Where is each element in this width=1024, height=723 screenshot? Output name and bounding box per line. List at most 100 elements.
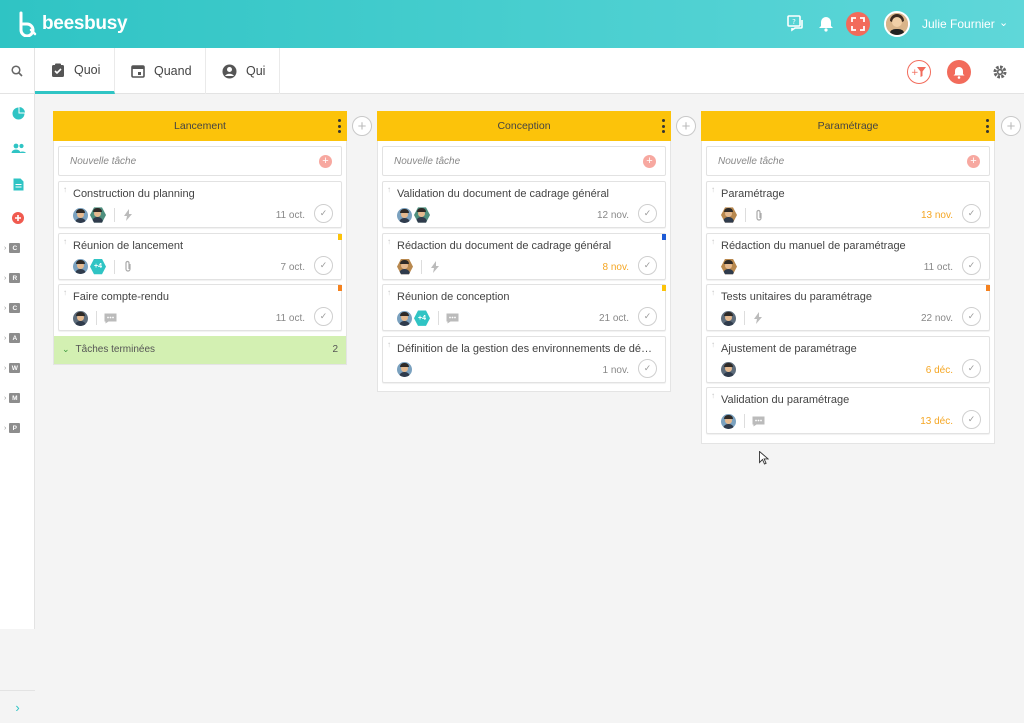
task-card[interactable]: ↑ Faire compte-rendu 11 oct. ✓ [58, 284, 342, 332]
add-task-icon[interactable]: + [319, 155, 332, 168]
column-menu-icon[interactable] [985, 119, 989, 133]
add-task-icon[interactable]: + [967, 155, 980, 168]
user-avatar[interactable] [884, 11, 910, 37]
due-date: 13 déc. [920, 416, 953, 428]
assignee-avatar[interactable] [721, 207, 737, 223]
complete-check-icon[interactable]: ✓ [638, 307, 657, 327]
complete-check-icon[interactable]: ✓ [962, 204, 981, 223]
assignee-avatar[interactable] [397, 362, 412, 378]
assignee-avatar[interactable] [73, 259, 88, 275]
sidebar-project-a[interactable]: › A [4, 329, 32, 347]
task-card[interactable]: ↑ Construction du planning 11 oct. ✓ [58, 181, 342, 228]
due-date: 8 nov. [602, 261, 630, 273]
tab-qui[interactable]: Qui [206, 48, 280, 94]
task-card[interactable]: ↑ Rédaction du document de cadrage génér… [382, 232, 666, 280]
task-card[interactable]: ↑ Tests unitaires du paramétrage 22 nov.… [706, 284, 990, 332]
complete-check-icon[interactable]: ✓ [314, 255, 333, 275]
task-card[interactable]: ↑ Définition de la gestion des environne… [382, 335, 666, 383]
new-task-input[interactable]: Nouvelle tâche + [382, 146, 666, 176]
assignee-avatar[interactable] [90, 207, 106, 223]
assignee-avatar[interactable] [721, 310, 736, 326]
task-card[interactable]: ↑ Réunion de lancement +4 7 oct. ✓ [58, 232, 342, 280]
due-date: 22 nov. [920, 313, 953, 325]
due-date: 21 oct. [598, 313, 629, 325]
settings-button[interactable] [988, 60, 1012, 84]
task-card[interactable]: ↑ Validation du paramétrage 13 déc. ✓ [706, 387, 990, 435]
column-header[interactable]: Paramétrage [701, 111, 995, 141]
chevron-right-icon: › [4, 334, 7, 342]
column-menu-icon[interactable] [337, 119, 341, 133]
complete-check-icon[interactable]: ✓ [962, 255, 981, 275]
complete-check-icon[interactable]: ✓ [314, 307, 333, 327]
more-assignees-badge[interactable]: +4 [414, 310, 430, 326]
task-card[interactable]: ↑ Ajustement de paramétrage 6 déc. ✓ [706, 335, 990, 383]
complete-check-icon[interactable]: ✓ [638, 255, 657, 275]
assignee-avatar[interactable] [397, 258, 413, 275]
assignee-avatar[interactable] [721, 413, 736, 429]
assignee-avatar[interactable] [721, 258, 737, 275]
sidebar-project-c2[interactable]: › C [4, 299, 32, 317]
column-header[interactable]: Conception [377, 111, 671, 141]
notifications-button[interactable] [947, 60, 971, 84]
pie-chart-icon[interactable] [9, 104, 27, 122]
new-task-input[interactable]: Nouvelle tâche + [706, 146, 990, 176]
more-assignees-badge[interactable]: +4 [90, 258, 106, 275]
user-name[interactable]: Julie Fournier [922, 17, 995, 31]
task-card[interactable]: ↑ Paramétrage 13 nov. ✓ [706, 181, 990, 228]
task-card[interactable]: ↑ Rédaction du manuel de paramétrage 11 … [706, 232, 990, 280]
complete-check-icon[interactable]: ✓ [962, 410, 981, 430]
column-header[interactable]: Lancement [53, 111, 347, 141]
add-filter-button[interactable]: + [907, 60, 931, 84]
chevron-down-icon[interactable]: ⌄ [999, 16, 1008, 29]
team-icon[interactable] [9, 139, 27, 157]
assignee-avatar[interactable] [397, 207, 412, 223]
sidebar-project-c[interactable]: › C [4, 239, 32, 257]
priority-arrow-icon: ↑ [387, 339, 391, 349]
complete-check-icon[interactable]: ✓ [962, 307, 981, 327]
add-project-icon[interactable] [9, 209, 27, 227]
document-icon[interactable] [9, 175, 27, 193]
search-button[interactable] [0, 48, 35, 94]
complete-check-icon[interactable]: ✓ [638, 358, 657, 378]
comment-icon [445, 311, 459, 325]
assignee-avatar[interactable] [73, 310, 88, 326]
bell-icon[interactable] [814, 12, 838, 36]
task-meta [721, 362, 738, 378]
add-column-button[interactable]: + [352, 116, 372, 136]
task-meta [397, 362, 414, 378]
completed-tasks-toggle[interactable]: ⌄ Tâches terminées 2 [54, 335, 346, 364]
paperclip-icon [121, 260, 135, 274]
chevron-right-icon: › [15, 699, 20, 715]
new-task-input[interactable]: Nouvelle tâche + [58, 146, 342, 176]
view-tab-bar: Quoi Quand Qui + [0, 48, 1024, 94]
assignee-avatar[interactable] [73, 207, 88, 223]
add-column-button[interactable]: + [676, 116, 696, 136]
complete-check-icon[interactable]: ✓ [638, 204, 657, 223]
assignee-avatar[interactable] [721, 362, 736, 378]
add-column-button[interactable]: + [1001, 116, 1021, 136]
tab-quand[interactable]: Quand [115, 48, 206, 94]
add-task-icon[interactable]: + [643, 155, 656, 168]
paperclip-icon [752, 208, 766, 222]
sidebar-project-r[interactable]: › R [4, 269, 32, 287]
tab-quoi[interactable]: Quoi [35, 48, 115, 94]
assignee-avatar[interactable] [414, 207, 430, 223]
app-logo[interactable]: beesbusy [16, 10, 128, 38]
chat-icon[interactable]: ? [784, 12, 808, 36]
sidebar-expand-button[interactable]: › [0, 690, 35, 723]
lightning-icon [428, 260, 442, 274]
column-menu-icon[interactable] [661, 119, 665, 133]
complete-check-icon[interactable]: ✓ [962, 358, 981, 378]
complete-check-icon[interactable]: ✓ [314, 204, 333, 223]
completed-tasks-label: Tâches terminées [75, 344, 156, 356]
sidebar-project-p[interactable]: › P [4, 419, 32, 437]
tab-label: Quand [154, 64, 192, 78]
task-card[interactable]: ↑ Réunion de conception +4 21 oct. ✓ [382, 284, 666, 332]
column-conception: Conception Nouvelle tâche + ↑ Validation… [377, 111, 671, 393]
task-card[interactable]: ↑ Validation du document de cadrage géné… [382, 181, 666, 228]
sidebar-project-w[interactable]: › W [4, 359, 32, 377]
lightning-icon [751, 311, 765, 325]
assignee-avatar[interactable] [397, 310, 412, 326]
fullscreen-button[interactable] [846, 12, 870, 36]
sidebar-project-m[interactable]: › M [4, 389, 32, 407]
